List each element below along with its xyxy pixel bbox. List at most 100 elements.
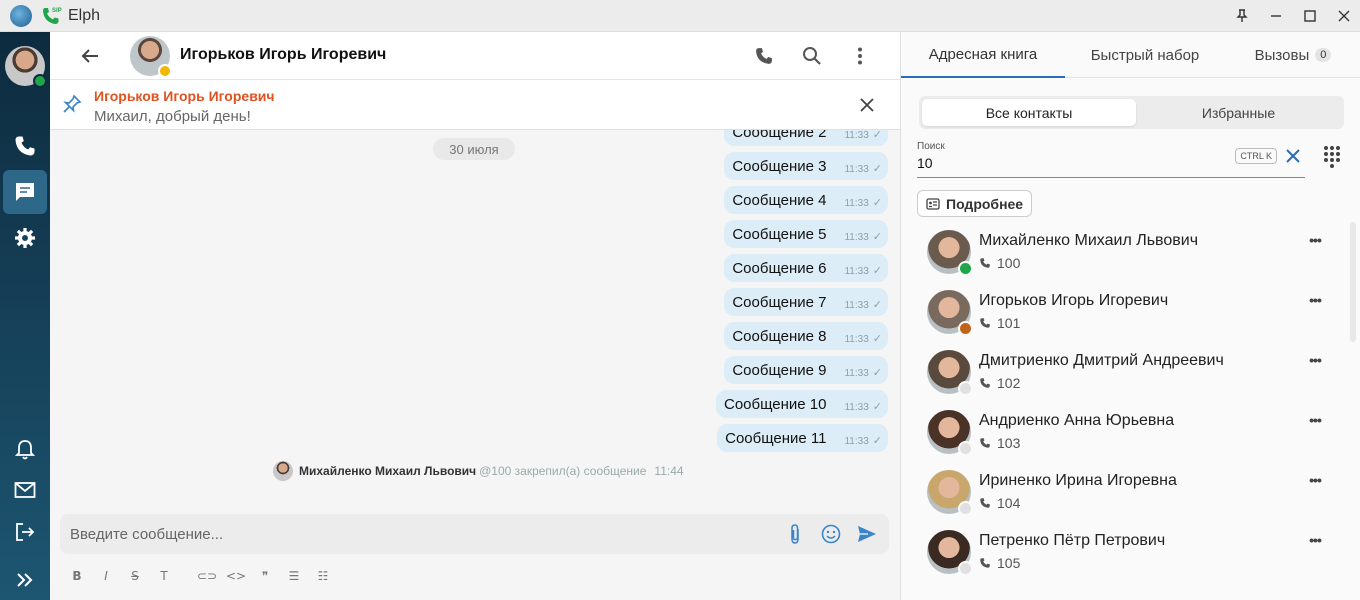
emoji-button[interactable] <box>819 522 843 546</box>
minimize-icon <box>1271 15 1281 17</box>
phone-icon <box>980 318 990 328</box>
message-text: Сообщение 5 <box>732 225 827 243</box>
contact-list-scrollbar[interactable] <box>1350 222 1356 342</box>
dialpad-button[interactable] <box>1320 144 1344 172</box>
minimize-button[interactable] <box>1260 0 1292 32</box>
tab-address-book[interactable]: Адресная книга <box>901 32 1065 78</box>
maximize-icon <box>1304 10 1316 22</box>
clear-search-button[interactable] <box>1283 146 1303 166</box>
contact-menu-button[interactable]: ••• <box>1305 410 1325 430</box>
message-bubble[interactable]: Сообщение 7 11:33 ✓ <box>724 288 888 316</box>
avatar <box>927 230 973 276</box>
pinned-message[interactable]: Игорьков Игорь Игоревич Михаил, добрый д… <box>50 80 900 130</box>
message-bubble[interactable]: Сообщение 9 11:33 ✓ <box>724 356 888 384</box>
contact-phone: 100 <box>979 255 1020 271</box>
search-button[interactable] <box>792 36 832 76</box>
quote-button[interactable]: ❞ <box>254 565 276 587</box>
tab-calls[interactable]: Вызовы 0 <box>1225 32 1360 78</box>
code-button[interactable]: <> <box>225 565 247 587</box>
unpin-button[interactable] <box>854 92 880 118</box>
user-avatar[interactable] <box>5 46 47 88</box>
contact-search[interactable]: Поиск 10 CTRL K <box>917 138 1305 178</box>
message-bubble[interactable]: Сообщение 2 11:33 ✓ <box>724 130 888 146</box>
details-button[interactable]: Подробнее <box>917 190 1033 217</box>
rail-notifications-button[interactable] <box>3 428 47 472</box>
tab-speed-dial[interactable]: Быстрый набор <box>1065 32 1225 78</box>
message-bubble[interactable]: Сообщение 8 11:33 ✓ <box>724 322 888 350</box>
calls-count-badge: 0 <box>1315 48 1332 62</box>
app-logo-icon <box>10 4 32 27</box>
contact-row[interactable]: Дмитриенко Дмитрий Андреевич 102 ••• <box>917 342 1335 402</box>
close-window-button[interactable] <box>1328 0 1360 32</box>
contacts-panel: Адресная книга Быстрый набор Вызовы 0 Все… <box>900 32 1360 600</box>
message-text: Сообщение 8 <box>732 327 827 345</box>
panel-tabs: Адресная книга Быстрый набор Вызовы 0 <box>901 32 1360 78</box>
contact-row[interactable]: Михайленко Михаил Львович 100 ••• <box>917 222 1335 282</box>
contact-menu-button[interactable]: ••• <box>1305 350 1325 370</box>
contact-row[interactable]: Андриенко Анна Юрьевна 103 ••• <box>917 402 1335 462</box>
contact-phone: 103 <box>979 435 1020 451</box>
numbered-list-button[interactable]: ☷ <box>312 565 334 587</box>
message-bubble[interactable]: Сообщение 3 11:33 ✓ <box>724 152 888 180</box>
message-time: 11:33 <box>844 197 869 209</box>
link-button[interactable]: ⊂⊃ <box>196 565 218 587</box>
contact-menu-button[interactable]: ••• <box>1305 230 1325 250</box>
message-bubble[interactable]: Сообщение 4 11:33 ✓ <box>724 186 888 214</box>
contact-menu-button[interactable]: ••• <box>1305 530 1325 550</box>
rail-chats-button[interactable] <box>3 170 47 214</box>
send-button[interactable] <box>855 522 879 546</box>
system-message-time: 11:44 <box>654 464 684 478</box>
system-message-text: @100 закрепил(а) сообщение <box>479 464 647 478</box>
search-label: Поиск <box>917 141 945 152</box>
rail-calls-button[interactable] <box>3 124 47 168</box>
message-text: Сообщение 4 <box>732 191 827 209</box>
bullet-list-button[interactable]: ☰ <box>283 565 305 587</box>
sip-phone-icon: SIP <box>40 5 62 27</box>
contact-phone-number: 104 <box>997 495 1021 511</box>
message-bubble[interactable]: Сообщение 6 11:33 ✓ <box>724 254 888 282</box>
more-options-button[interactable] <box>840 36 880 76</box>
contact-row[interactable]: Петренко Пётр Петрович 105 ••• <box>917 522 1335 582</box>
contact-row[interactable]: Ириненко Ирина Игоревна 104 ••• <box>917 462 1335 522</box>
text-button[interactable]: T <box>153 565 175 587</box>
bold-button[interactable]: B <box>66 565 88 587</box>
contact-menu-button[interactable]: ••• <box>1305 290 1325 310</box>
strikethrough-button[interactable]: S <box>124 565 146 587</box>
attach-button[interactable] <box>783 522 807 546</box>
contact-menu-button[interactable]: ••• <box>1305 470 1325 490</box>
gear-icon <box>15 228 35 248</box>
close-icon <box>860 98 874 112</box>
rail-settings-button[interactable] <box>3 216 47 260</box>
contact-phone: 104 <box>979 495 1020 511</box>
message-bubble[interactable]: Сообщение 10 11:33 ✓ <box>716 390 888 418</box>
italic-icon: I <box>104 569 108 583</box>
rail-mail-button[interactable] <box>3 468 47 512</box>
read-check-icon: ✓ <box>872 298 882 311</box>
message-list[interactable]: 30 июля Сообщение 2 11:33 ✓ Сообщение 3 11:3… <box>50 130 900 502</box>
back-button[interactable] <box>70 36 110 76</box>
code-icon: <> <box>225 569 247 583</box>
pinned-text: Михаил, добрый день! <box>94 108 251 125</box>
strikethrough-icon: S <box>131 569 139 583</box>
status-offline-icon <box>958 441 973 456</box>
pin-icon <box>1236 9 1248 22</box>
filter-favorites[interactable]: Избранные <box>1136 99 1341 126</box>
message-bubble[interactable]: Сообщение 5 11:33 ✓ <box>724 220 888 248</box>
header-actions <box>736 32 880 80</box>
filter-all-contacts[interactable]: Все контакты <box>922 99 1136 126</box>
message-bubble[interactable]: Сообщение 11 11:33 ✓ <box>717 424 888 452</box>
pin-window-button[interactable] <box>1226 0 1258 32</box>
contact-name: Игорьков Игорь Игоревич <box>979 292 1169 309</box>
contact-row[interactable]: Игорьков Игорь Игоревич 101 ••• <box>917 282 1335 342</box>
message-input[interactable] <box>70 514 770 554</box>
contact-avatar[interactable] <box>130 36 172 78</box>
search-input[interactable]: 10 <box>917 155 933 171</box>
rail-logout-button[interactable] <box>3 510 47 554</box>
italic-button[interactable]: I <box>95 565 117 587</box>
maximize-button[interactable] <box>1294 0 1326 32</box>
rail-expand-button[interactable] <box>3 558 47 600</box>
call-button[interactable] <box>744 36 784 76</box>
contacts-filter: Все контакты Избранные <box>919 96 1344 129</box>
chat-panel: Игорьков Игорь Игоревич Игорьков Игорь И… <box>50 32 900 600</box>
contact-list: Михайленко Михаил Львович 100 ••• Игорьков … <box>917 222 1335 600</box>
